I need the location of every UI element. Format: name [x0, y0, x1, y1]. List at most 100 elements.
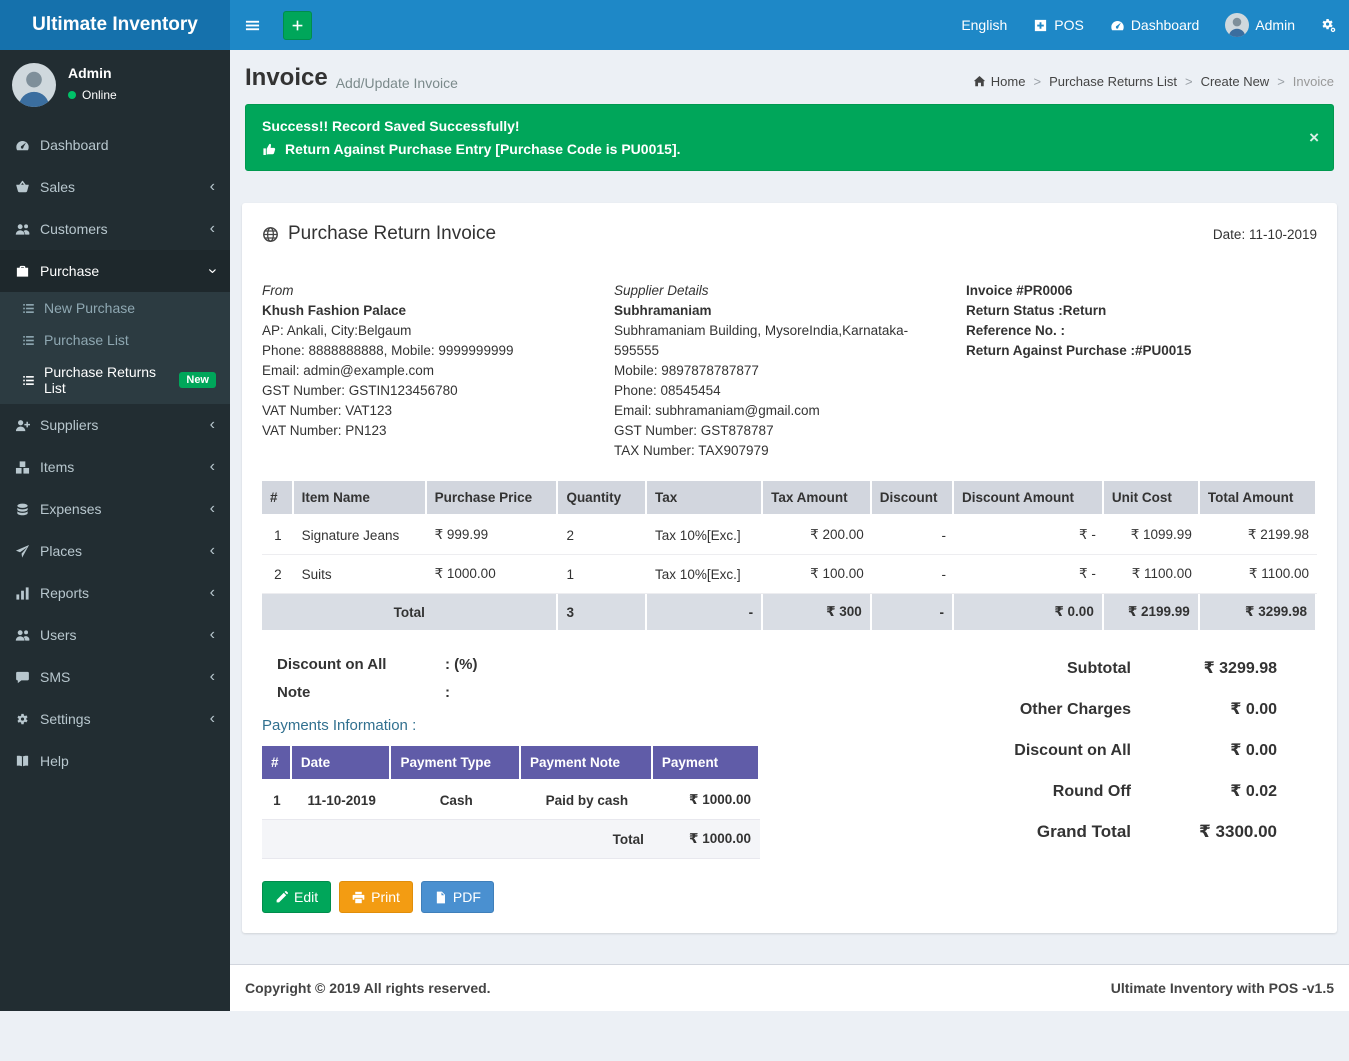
pos-link[interactable]: POS	[1020, 0, 1097, 50]
chevron-left-icon	[210, 501, 215, 517]
sidebar-item-dashboard[interactable]: Dashboard	[0, 124, 230, 166]
sidebar-item-users[interactable]: Users	[0, 614, 230, 656]
purchase-submenu: New Purchase Purchase List Purchase Retu…	[0, 292, 230, 404]
sidebar-item-label: Help	[40, 753, 69, 769]
from-email: Email: admin@example.com	[262, 361, 586, 381]
sidebar-item-expenses[interactable]: Expenses	[0, 488, 230, 530]
pdf-button[interactable]: PDF	[421, 881, 494, 913]
items-table: # Item Name Purchase Price Quantity Tax …	[262, 481, 1317, 630]
language-dropdown[interactable]: English	[948, 0, 1020, 50]
edit-button[interactable]: Edit	[262, 881, 331, 913]
payments-total-row: Total ₹ 1000.00	[262, 820, 760, 859]
sidebar-item-label: Customers	[40, 221, 108, 237]
sidebar-item-label: Dashboard	[40, 137, 109, 153]
sidebar-item-label: Settings	[40, 711, 91, 727]
col-header: Date	[292, 746, 392, 781]
sidebar-item-items[interactable]: Items	[0, 446, 230, 488]
settings-menu[interactable]	[1308, 0, 1349, 50]
breadcrumb-purchase-returns-list[interactable]: Purchase Returns List	[1049, 74, 1177, 89]
cell: -	[872, 594, 954, 630]
cell: 1	[262, 781, 292, 820]
edit-button-label: Edit	[294, 889, 318, 905]
col-header: Discount Amount	[954, 481, 1104, 516]
breadcrumb-current: Invoice	[1293, 74, 1334, 89]
cell: 1	[558, 555, 647, 594]
sidebar-item-purchase[interactable]: Purchase	[0, 250, 230, 292]
cell: 3	[558, 594, 647, 630]
sidebar-item-suppliers[interactable]: Suppliers	[0, 404, 230, 446]
item-row: 2 Suits ₹ 1000.00 1 Tax 10%[Exc.] ₹ 100.…	[262, 555, 1317, 594]
navbar-menu: English POS Dashboard Admin	[948, 0, 1349, 50]
language-label: English	[961, 17, 1007, 33]
col-header: Payment Note	[521, 746, 653, 781]
quick-add-button[interactable]	[283, 11, 312, 40]
print-button[interactable]: Print	[339, 881, 413, 913]
discount-on-all-value: : (%)	[445, 656, 478, 673]
cell: -	[872, 516, 954, 555]
dashboard-link[interactable]: Dashboard	[1097, 0, 1213, 50]
note-label: Note	[277, 684, 445, 701]
round-off-row: Round Off ₹ 0.02	[917, 781, 1317, 801]
globe-icon	[262, 226, 279, 243]
sidebar-item-label: Places	[40, 543, 82, 559]
item-row: 1 Signature Jeans ₹ 999.99 2 Tax 10%[Exc…	[262, 516, 1317, 555]
avatar	[12, 63, 56, 107]
dashboard-label: Dashboard	[1131, 17, 1200, 33]
total-label-cell: Total	[262, 820, 653, 859]
col-header: #	[262, 481, 294, 516]
customers-icon	[15, 222, 30, 237]
page-footer: Copyright © 2019 All rights reserved. Ul…	[230, 964, 1349, 1011]
sidebar-item-purchase-list[interactable]: Purchase List	[0, 324, 230, 356]
grand-total-label: Grand Total	[1037, 822, 1131, 842]
sidebar-item-places[interactable]: Places	[0, 530, 230, 572]
invoice-number: Invoice #PR0006	[966, 281, 1317, 301]
sidebar-item-reports[interactable]: Reports	[0, 572, 230, 614]
chevron-left-icon	[210, 669, 215, 685]
grand-total-value: ₹ 3300.00	[1131, 822, 1317, 842]
top-navbar: Ultimate Inventory English POS	[0, 0, 1349, 50]
from-block: From Khush Fashion Palace AP: Ankali, Ci…	[262, 281, 614, 461]
sidebar-item-sales[interactable]: Sales	[0, 166, 230, 208]
sidebar-item-settings[interactable]: Settings	[0, 698, 230, 740]
avatar	[1225, 13, 1249, 37]
brand-logo[interactable]: Ultimate Inventory	[0, 0, 230, 50]
discount-on-all-label: Discount on All	[277, 656, 445, 673]
breadcrumb-separator	[1185, 74, 1193, 89]
supplier-tax: TAX Number: TAX907979	[614, 441, 938, 461]
col-header: Purchase Price	[427, 481, 559, 516]
cell: ₹ -	[954, 516, 1104, 555]
sidebar-item-sms[interactable]: SMS	[0, 656, 230, 698]
sidebar-item-label: Users	[40, 627, 77, 643]
breadcrumb-create-new[interactable]: Create New	[1201, 74, 1270, 89]
cell: ₹ 1100.00	[1200, 555, 1317, 594]
col-header: Item Name	[294, 481, 427, 516]
cell: 1	[262, 516, 294, 555]
supplier-gst: GST Number: GST878787	[614, 421, 938, 441]
user-menu[interactable]: Admin	[1212, 0, 1308, 50]
speedometer-icon	[1110, 18, 1125, 33]
sidebar-toggle-button[interactable]	[230, 0, 274, 50]
breadcrumb-home[interactable]: Home	[973, 74, 1026, 89]
user-label: Admin	[1255, 17, 1295, 33]
gears-icon	[1321, 18, 1336, 33]
total-label-cell: Total	[262, 594, 558, 630]
close-icon[interactable]: ×	[1309, 128, 1319, 148]
pos-icon	[1033, 18, 1048, 33]
invoice-date: Date: 11-10-2019	[1213, 227, 1317, 242]
discount-value: ₹ 0.00	[1131, 740, 1317, 760]
sidebar-item-customers[interactable]: Customers	[0, 208, 230, 250]
pencil-icon	[275, 891, 288, 904]
invoice-parties: From Khush Fashion Palace AP: Ankali, Ci…	[262, 281, 1317, 461]
paper-plane-icon	[15, 544, 30, 559]
success-alert: Success!! Record Saved Successfully! Ret…	[245, 104, 1334, 171]
sidebar-item-new-purchase[interactable]: New Purchase	[0, 292, 230, 324]
sidebar-item-label: Sales	[40, 179, 75, 195]
sidebar-item-purchase-returns-list[interactable]: Purchase Returns List New	[0, 356, 230, 404]
list-icon	[22, 302, 35, 315]
user-status[interactable]: Online	[68, 88, 117, 102]
print-button-label: Print	[371, 889, 400, 905]
subtotal-label: Subtotal	[1067, 660, 1131, 678]
chevron-left-icon	[210, 459, 215, 475]
sidebar-item-help[interactable]: Help	[0, 740, 230, 782]
cell: ₹ 200.00	[763, 516, 872, 555]
